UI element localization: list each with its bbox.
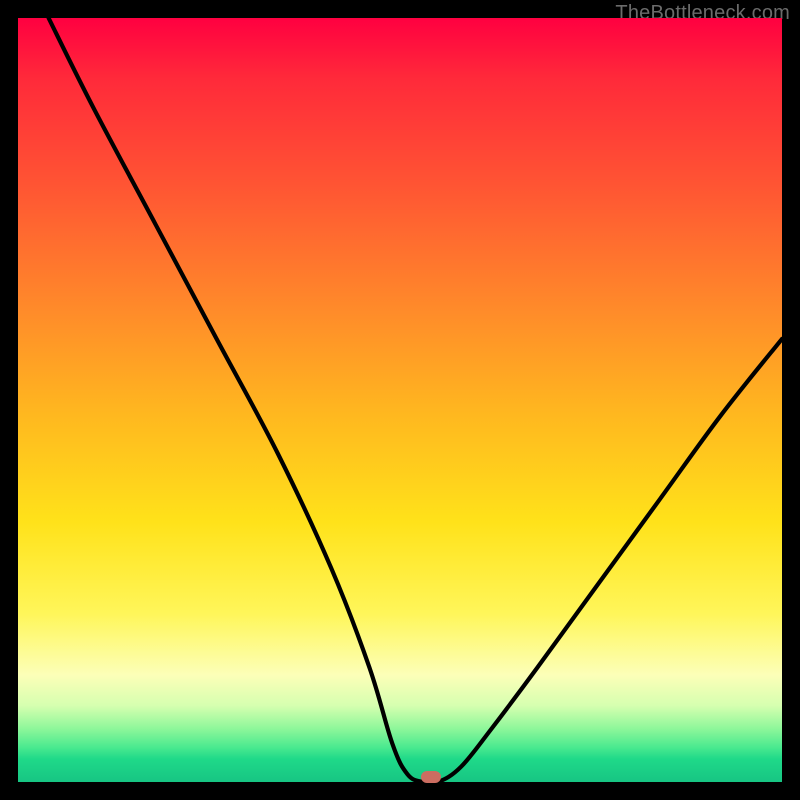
bottleneck-curve <box>18 18 782 782</box>
curve-path <box>49 18 782 784</box>
plot-area <box>18 18 782 782</box>
optimal-point-marker <box>421 771 441 783</box>
chart-frame: TheBottleneck.com <box>0 0 800 800</box>
